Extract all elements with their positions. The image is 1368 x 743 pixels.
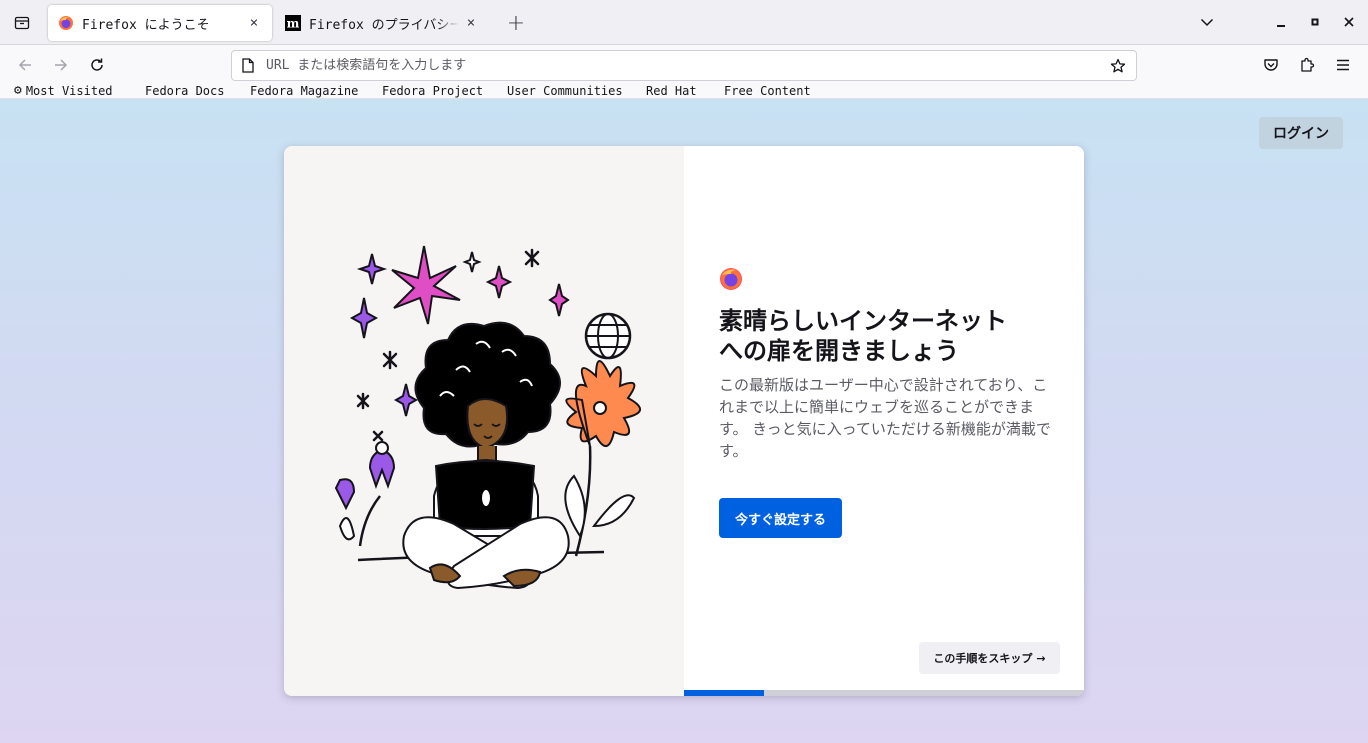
tab-title: Firefox にようこそ (82, 17, 210, 33)
svg-text:m: m (287, 17, 300, 31)
app-menu-button[interactable] (1330, 52, 1356, 78)
hamburger-menu-icon (1337, 59, 1349, 71)
close-window-button[interactable] (1337, 10, 1361, 34)
url-bar[interactable] (231, 50, 1137, 81)
forward-button[interactable] (48, 52, 74, 78)
bookmark-free-content[interactable]: Free Content (724, 84, 811, 98)
bookmark-label: Most Visited (25, 84, 113, 98)
person-with-laptop-illustration (334, 245, 641, 590)
onboarding-progress-bar (684, 690, 1084, 696)
bookmark-fedora-magazine[interactable]: Fedora Magazine (250, 84, 358, 98)
maximize-button[interactable] (1303, 10, 1327, 34)
bookmarks-toolbar: ⚙ Most Visited Fedora Docs Fedora Magazi… (0, 82, 1368, 99)
welcome-subtitle: この最新版はユーザー中心で設計されており、これまで以上に簡単にウェブを巡ることが… (719, 376, 1051, 460)
tab-strip: Firefox にようこそ × m Firefox のプライバシーに関する通知 … (0, 0, 1368, 45)
arrow-right-icon (55, 59, 68, 71)
firefox-view-icon (14, 16, 30, 30)
welcome-text-panel: 素晴らしいインターネット への扉を開きましょう この最新版はユーザー中心で設計さ… (684, 146, 1084, 696)
firefox-logo-icon (720, 268, 742, 290)
pocket-button[interactable] (1258, 52, 1284, 78)
close-tab-icon[interactable]: × (463, 15, 479, 31)
arrow-right-icon: → (1036, 651, 1046, 665)
headline-line-2: への扉を開きましょう (719, 337, 959, 365)
new-tab-button[interactable]: + (503, 9, 529, 37)
bookmark-fedora-docs[interactable]: Fedora Docs (145, 84, 224, 98)
url-input[interactable] (266, 58, 1106, 73)
pocket-icon (1264, 59, 1278, 71)
minimize-button[interactable] (1269, 10, 1293, 34)
list-all-tabs-button[interactable] (1195, 10, 1219, 34)
headline-line-1: 素晴らしいインターネット (719, 307, 1007, 335)
illustration-panel (284, 146, 684, 696)
login-button[interactable]: ログイン (1259, 117, 1343, 149)
reload-button[interactable] (84, 52, 110, 78)
bookmark-most-visited[interactable]: ⚙ Most Visited (14, 82, 113, 98)
extensions-button[interactable] (1294, 52, 1320, 78)
back-button[interactable] (12, 52, 38, 78)
firefox-logo-icon (59, 16, 73, 30)
gear-icon: ⚙ (14, 82, 22, 98)
bookmark-user-communities[interactable]: User Communities (507, 84, 623, 98)
reload-icon (91, 58, 103, 71)
mozilla-m-icon: m (285, 15, 301, 31)
tab-privacy-notice[interactable]: m Firefox のプライバシーに関する通知 × (275, 5, 489, 41)
bookmark-red-hat[interactable]: Red Hat (646, 84, 697, 98)
star-icon (1110, 58, 1126, 72)
tab-title: Firefox のプライバシーに関する通知 (309, 17, 459, 33)
bookmark-star-button[interactable] (1106, 54, 1130, 78)
page-icon (240, 58, 256, 74)
tab-welcome[interactable]: Firefox にようこそ × (48, 5, 272, 41)
welcome-page: ログイン 素晴らしいインターネット への扉を開きましょう この最新版はユーザー中… (0, 99, 1368, 743)
close-tab-icon[interactable]: × (246, 15, 262, 31)
welcome-headline: 素晴らしいインターネット への扉を開きましょう (719, 306, 1059, 366)
get-started-button[interactable]: 今すぐ設定する (719, 498, 842, 538)
minimize-icon (1277, 25, 1285, 27)
bookmark-fedora-project[interactable]: Fedora Project (382, 84, 483, 98)
maximize-icon (1311, 18, 1319, 26)
puzzle-piece-icon (1301, 57, 1315, 72)
navigation-toolbar (0, 45, 1368, 85)
skip-label: この手順をスキップ (933, 652, 1033, 665)
progress-fill (684, 690, 764, 696)
onboarding-card: 素晴らしいインターネット への扉を開きましょう この最新版はユーザー中心で設計さ… (284, 146, 1084, 696)
close-icon (1344, 17, 1354, 27)
skip-step-button[interactable]: この手順をスキップ → (919, 642, 1060, 674)
arrow-left-icon (18, 59, 31, 71)
firefox-view-button[interactable] (8, 9, 36, 37)
chevron-down-icon (1200, 18, 1214, 27)
